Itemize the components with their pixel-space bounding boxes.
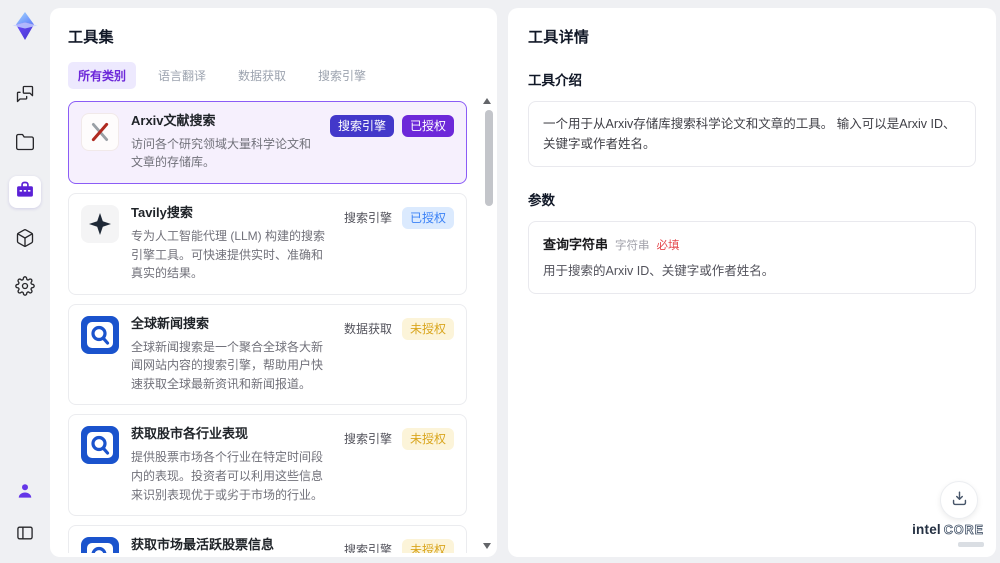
- tool-card[interactable]: 获取股市各行业表现 提供股票市场各个行业在特定时间段内的表现。投资者可以利用这些…: [68, 414, 467, 517]
- sidebar-item-files[interactable]: [9, 128, 41, 160]
- tool-name: 获取股市各行业表现: [131, 426, 249, 442]
- intel-logo-subscript: [958, 542, 984, 547]
- category-tab[interactable]: 数据获取: [228, 62, 296, 89]
- tool-name: 全球新闻搜索: [131, 315, 210, 331]
- rail-nav: [9, 80, 41, 304]
- tool-card[interactable]: 获取市场最活跃股票信息 提供当天交易量最高的股票列表，投资者可以利用这些信息来识…: [68, 525, 467, 553]
- chat-icon: [15, 84, 35, 109]
- param-type: 字符串: [615, 240, 650, 252]
- tool-card[interactable]: 全球新闻搜索 全球新闻搜索是一个聚合全球各大新闻网站内容的搜索引擎，帮助用户快速…: [68, 303, 467, 406]
- tool-card[interactable]: Tavily搜索 专为人工智能代理 (LLM) 构建的搜索引擎工具。可快速提供实…: [68, 193, 467, 295]
- sidebar-item-settings[interactable]: [9, 272, 41, 304]
- icon-rail: [0, 0, 50, 563]
- download-icon: [950, 489, 969, 511]
- tool-badges: 搜索引擎 已授权: [329, 113, 454, 137]
- tool-intro-heading: 工具介绍: [528, 73, 582, 88]
- layout-panel-icon: [15, 523, 35, 548]
- tool-badges: 搜索引擎 已授权: [342, 205, 454, 230]
- tool-name: Arxiv文献搜索: [131, 113, 216, 128]
- param-required-badge: 必填: [656, 240, 680, 252]
- blue-search-icon: [81, 537, 119, 553]
- tool-name: Tavily搜索: [131, 205, 193, 221]
- blue-search-icon: [81, 315, 119, 354]
- tool-auth-badge: 已授权: [401, 207, 454, 230]
- tool-auth-badge: 未授权: [401, 539, 454, 553]
- download-button[interactable]: [940, 481, 978, 519]
- scrollbar-down-arrow-icon[interactable]: [483, 543, 491, 549]
- tool-intro-text: 一个用于从Arxiv存储库搜索科学论文和文章的工具。 输入可以是Arxiv ID…: [543, 117, 956, 151]
- user-icon: [15, 481, 35, 506]
- tool-auth-badge: 未授权: [401, 317, 454, 340]
- param-box: 查询字符串 字符串 必填 用于搜索的Arxiv ID、关键字或作者姓名。: [528, 221, 976, 294]
- tool-card-body: Tavily搜索 专为人工智能代理 (LLM) 构建的搜索引擎工具。可快速提供实…: [131, 205, 330, 283]
- intel-core-logo: intel CORE: [912, 522, 984, 547]
- tool-card-body: 获取股市各行业表现 提供股票市场各个行业在特定时间段内的表现。投资者可以利用这些…: [131, 426, 330, 504]
- category-tab[interactable]: 所有类别: [68, 62, 137, 89]
- tool-intro-box: 一个用于从Arxiv存储库搜索科学论文和文章的工具。 输入可以是Arxiv ID…: [528, 101, 976, 167]
- sidebar-item-chat[interactable]: [9, 80, 41, 112]
- sidebar-item-tools[interactable]: [9, 176, 41, 208]
- sidebar-item-panel[interactable]: [9, 519, 41, 551]
- toolbox-icon: [15, 180, 35, 205]
- tool-description: 专为人工智能代理 (LLM) 构建的搜索引擎工具。可快速提供实时、准确和真实的结…: [131, 228, 326, 281]
- toolset-panel: 工具集 所有类别 语言翻译 数据获取 搜索引擎 Arxiv文献搜索 访问各个研究领域大…: [50, 8, 497, 557]
- tool-category-badge: 搜索引擎: [343, 432, 392, 447]
- core-brand-text: CORE: [943, 523, 984, 537]
- params-heading: 参数: [528, 193, 555, 208]
- tool-auth-badge: 未授权: [401, 428, 454, 451]
- tool-category-badge: 搜索引擎: [329, 115, 394, 137]
- tool-badges: 搜索引擎 未授权: [342, 426, 454, 451]
- app-window: 工具集 所有类别 语言翻译 数据获取 搜索引擎 Arxiv文献搜索 访问各个研究领域大…: [0, 0, 1000, 563]
- tool-description: 全球新闻搜索是一个聚合全球各大新闻网站内容的搜索引擎，帮助用户快速获取全球最新资…: [131, 339, 324, 391]
- tool-category-badge: 搜索引擎: [343, 543, 392, 553]
- tool-detail-panel: 工具详情 工具介绍 一个用于从Arxiv存储库搜索科学论文和文章的工具。 输入可…: [508, 8, 996, 557]
- tool-card-body: 获取市场最活跃股票信息 提供当天交易量最高的股票列表，投资者可以利用这些信息来识…: [131, 537, 330, 553]
- sidebar-item-user[interactable]: [9, 477, 41, 509]
- toolset-title: 工具集: [68, 29, 114, 46]
- tool-card-body: 全球新闻搜索 全球新闻搜索是一个聚合全球各大新闻网站内容的搜索引擎，帮助用户快速…: [131, 316, 330, 394]
- gear-icon: [15, 275, 35, 301]
- app-logo-icon: [8, 8, 42, 44]
- intel-brand-text: intel: [912, 522, 941, 537]
- scrollbar-up-arrow-icon[interactable]: [483, 98, 491, 104]
- category-tabs: 所有类别 语言翻译 数据获取 搜索引擎: [68, 62, 483, 89]
- blue-search-icon: [81, 426, 119, 465]
- tavily-star-icon: [81, 205, 119, 244]
- tool-badges: 搜索引擎 未授权: [342, 537, 454, 553]
- rail-bottom: [9, 477, 41, 551]
- category-tab[interactable]: 语言翻译: [148, 62, 216, 89]
- tool-list: Arxiv文献搜索 访问各个研究领域大量科学论文和文章的存储库。 搜索引擎 已授…: [68, 101, 483, 553]
- tool-category-badge: 搜索引擎: [343, 211, 392, 226]
- param-name: 查询字符串: [543, 237, 609, 252]
- tool-category-badge: 数据获取: [343, 321, 392, 336]
- folder-icon: [15, 132, 35, 157]
- arxiv-logo-icon: [81, 113, 119, 151]
- tool-description: 访问各个研究领域大量科学论文和文章的存储库。: [131, 136, 312, 170]
- category-tab[interactable]: 搜索引擎: [308, 62, 376, 89]
- param-head: 查询字符串 字符串 必填: [543, 234, 961, 253]
- package-icon: [15, 228, 35, 253]
- param-description: 用于搜索的Arxiv ID、关键字或作者姓名。: [543, 264, 775, 278]
- tool-card[interactable]: Arxiv文献搜索 访问各个研究领域大量科学论文和文章的存储库。 搜索引擎 已授…: [68, 101, 467, 185]
- sidebar-item-packages[interactable]: [9, 224, 41, 256]
- tool-detail-title: 工具详情: [528, 29, 590, 46]
- tool-description: 提供股票市场各个行业在特定时间段内的表现。投资者可以利用这些信息来识别表现优于或…: [131, 450, 324, 502]
- tool-badges: 数据获取 未授权: [342, 316, 454, 340]
- scrollbar-thumb[interactable]: [485, 110, 493, 206]
- tool-card-body: Arxiv文献搜索 访问各个研究领域大量科学论文和文章的存储库。: [131, 113, 318, 172]
- tool-auth-badge: 已授权: [401, 115, 454, 137]
- tool-name: 获取市场最活跃股票信息: [131, 537, 275, 553]
